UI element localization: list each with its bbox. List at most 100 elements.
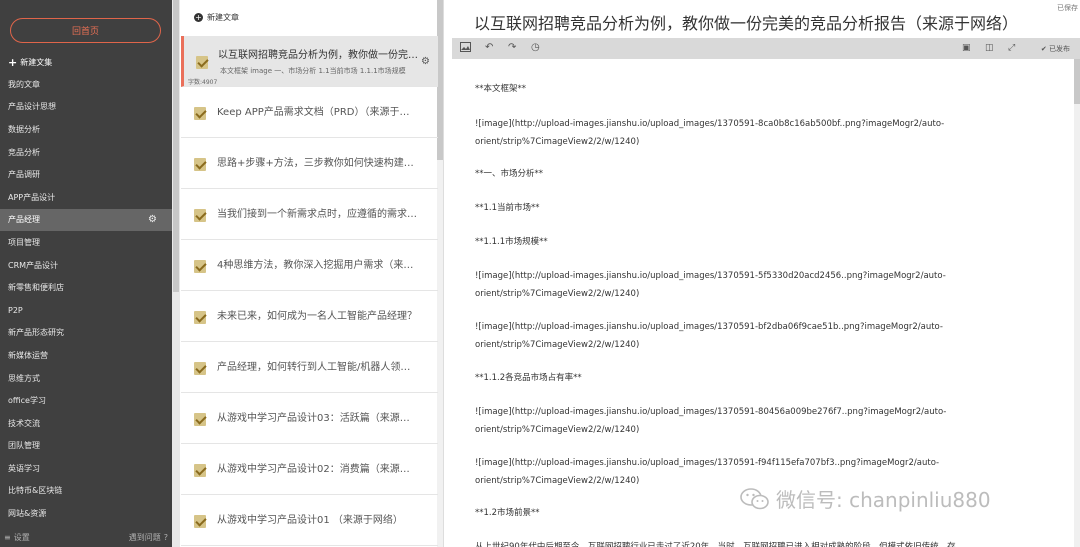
editor-scrollbar[interactable] bbox=[1074, 59, 1080, 547]
notebook-item[interactable]: 比特币&区块链 bbox=[0, 480, 172, 503]
notebook-label: 项目管理 bbox=[8, 237, 40, 247]
note-item[interactable]: 未来已来，如何成为一名人工智能产品经理？ bbox=[181, 291, 438, 342]
editor-content[interactable]: **本文框架** ![image](http://upload-images.j… bbox=[452, 59, 1070, 547]
content-line: **一、市场分析** bbox=[475, 169, 544, 179]
sidebar-footer: ≡ 设置 遇到问题 ? bbox=[0, 527, 172, 547]
content-line: ![image](http://upload-images.jianshu.io… bbox=[475, 119, 945, 147]
notebook-item[interactable]: CRM产品设计 bbox=[0, 254, 172, 277]
notebook-label: 团队管理 bbox=[8, 441, 40, 451]
clock-icon[interactable]: ◷ bbox=[531, 42, 540, 54]
notebook-label: 新媒体运营 bbox=[8, 350, 48, 360]
content-line: ![image](http://upload-images.jianshu.io… bbox=[475, 271, 946, 299]
notebook-label: 产品调研 bbox=[8, 170, 40, 180]
note-title: 产品经理，如何转行到人工智能/机器人领域？ bbox=[217, 362, 417, 373]
document-icon bbox=[196, 56, 208, 69]
notebook-item[interactable]: office学习 bbox=[0, 389, 172, 412]
undo-icon[interactable]: ↶ bbox=[485, 42, 493, 54]
notebook-item[interactable]: 新零售和便利店 bbox=[0, 276, 172, 299]
check-icon: ✔ bbox=[1040, 45, 1047, 53]
notebook-item[interactable]: 思维方式 bbox=[0, 367, 172, 390]
save-icon[interactable]: ▣ bbox=[962, 42, 971, 54]
content-line: **1.1.1市场规模** bbox=[475, 237, 548, 247]
note-item[interactable]: 从游戏中学习产品设计01 （来源于网络） bbox=[181, 495, 438, 546]
content-line: **1.1当前市场** bbox=[475, 203, 540, 213]
note-item-active[interactable]: 以互联网招聘竞品分析为例，教你做一份完美的竞品分析报告（来源于网络） 本文框架 … bbox=[181, 36, 438, 87]
menu-icon: ≡ bbox=[4, 532, 11, 542]
plus-icon: + bbox=[8, 56, 18, 69]
content-line: **本文框架** bbox=[475, 84, 527, 94]
notebook-label: 英语学习 bbox=[8, 463, 40, 473]
notebook-item[interactable]: P2P bbox=[0, 299, 172, 322]
note-title: 从游戏中学习产品设计02：消费篇（来源于网络） bbox=[217, 464, 417, 475]
notebook-label: 技术交流 bbox=[8, 418, 40, 428]
notebook-item[interactable]: 我的文章 bbox=[0, 73, 172, 96]
note-title: 未来已来，如何成为一名人工智能产品经理？ bbox=[217, 311, 417, 322]
note-title: 当我们接到一个新需求点时，应遵循的需求分析步骤 bbox=[217, 209, 417, 220]
wechat-watermark: 微信号: chanpinliu880 bbox=[740, 484, 991, 513]
notebook-label: 网站&资源 bbox=[8, 509, 47, 519]
document-icon bbox=[194, 158, 206, 171]
note-list-panel: + 新建文章 以互联网招聘竞品分析为例，教你做一份完美的竞品分析报告（来源于网络… bbox=[172, 0, 444, 547]
notebook-label: 新产品形态研究 bbox=[8, 328, 64, 338]
note-item[interactable]: 从游戏中学习产品设计03：活跃篇（来源于网络） bbox=[181, 393, 438, 444]
fullscreen-icon[interactable]: ⤢ bbox=[1008, 42, 1015, 54]
publish-label: 已发布 bbox=[1049, 45, 1070, 53]
notebook-item[interactable]: 团队管理 bbox=[0, 435, 172, 458]
publish-button[interactable]: ✔ 已发布 bbox=[1041, 44, 1070, 54]
notebook-item[interactable]: 新产品形态研究 bbox=[0, 322, 172, 345]
notebook-label: 数据分析 bbox=[8, 124, 40, 134]
note-item[interactable]: 从游戏中学习产品设计02：消费篇（来源于网络） bbox=[181, 444, 438, 495]
document-icon bbox=[194, 260, 206, 273]
note-item[interactable]: 产品经理，如何转行到人工智能/机器人领域？ bbox=[181, 342, 438, 393]
home-button[interactable]: 回首页 bbox=[10, 18, 161, 43]
note-title: Keep APP产品需求文档（PRD）（来源于网络） bbox=[217, 107, 417, 118]
notebook-item[interactable]: 新媒体运营 bbox=[0, 344, 172, 367]
note-list: 以互联网招聘竞品分析为例，教你做一份完美的竞品分析报告（来源于网络） 本文框架 … bbox=[181, 36, 438, 546]
notebook-label: 竞品分析 bbox=[8, 147, 40, 157]
notebook-label: APP产品设计 bbox=[8, 192, 56, 202]
document-icon bbox=[194, 413, 206, 426]
note-title: 从游戏中学习产品设计01 （来源于网络） bbox=[217, 515, 403, 526]
notebook-item[interactable]: 技术交流 bbox=[0, 412, 172, 435]
notebook-item[interactable]: 产品设计思想 bbox=[0, 96, 172, 119]
notebook-item-active[interactable]: 产品经理 ⚙ bbox=[0, 208, 172, 232]
redo-icon[interactable]: ↷ bbox=[508, 42, 516, 54]
help-button[interactable]: 遇到问题 ? bbox=[129, 532, 168, 543]
notebook-item[interactable]: 竞品分析 bbox=[0, 141, 172, 164]
note-item[interactable]: 思路+步骤+方法，三步教你如何快速构建用户画像 bbox=[181, 138, 438, 189]
new-notebook-button[interactable]: + 新建文集 bbox=[8, 57, 52, 68]
content-line: **1.1.2各竞品市场占有率** bbox=[475, 373, 582, 383]
note-title: 以互联网招聘竞品分析为例，教你做一份完美的竞品分析报告（来源于网络） bbox=[218, 50, 418, 61]
notebook-item[interactable]: 数据分析 bbox=[0, 118, 172, 141]
new-note-button[interactable]: + 新建文章 bbox=[194, 12, 239, 23]
settings-button[interactable]: ≡ 设置 bbox=[4, 532, 30, 543]
note-item[interactable]: 当我们接到一个新需求点时，应遵循的需求分析步骤 bbox=[181, 189, 438, 240]
notebook-sidebar: 回首页 + 新建文集 我的文章 产品设计思想 数据分析 竞品分析 产品调研 AP… bbox=[0, 0, 172, 547]
notebook-label: office学习 bbox=[8, 396, 46, 406]
new-note-label: 新建文章 bbox=[207, 13, 239, 22]
notebook-label: 产品设计思想 bbox=[8, 102, 56, 112]
notebook-item[interactable]: 网站&资源 bbox=[0, 502, 172, 525]
notebook-label: P2P bbox=[8, 305, 23, 315]
notebook-item[interactable]: APP产品设计 bbox=[0, 186, 172, 209]
note-abstract: 本文框架 image 一、市场分析 1.1当前市场 1.1.1市场规模 bbox=[220, 67, 406, 75]
document-icon bbox=[194, 464, 206, 477]
editor-scrollbar-thumb[interactable] bbox=[1074, 59, 1080, 104]
notebook-label: 比特币&区块链 bbox=[8, 486, 63, 496]
gear-icon[interactable]: ⚙ bbox=[148, 214, 157, 225]
notebook-item[interactable]: 英语学习 bbox=[0, 457, 172, 480]
preview-icon[interactable]: ◫ bbox=[985, 42, 994, 54]
notebook-list: 我的文章 产品设计思想 数据分析 竞品分析 产品调研 APP产品设计 产品经理 … bbox=[0, 73, 172, 525]
document-title-input[interactable]: 以互联网招聘竞品分析为例，教你做一份完美的竞品分析报告（来源于网络） bbox=[474, 10, 1054, 34]
image-icon[interactable] bbox=[460, 42, 471, 56]
plus-circle-icon: + bbox=[194, 12, 203, 22]
notebook-item[interactable]: 项目管理 bbox=[0, 231, 172, 254]
editor-toolbar: ↶ ↷ ◷ ▣ ◫ ⤢ ✔ 已发布 bbox=[452, 38, 1080, 59]
note-item[interactable]: Keep APP产品需求文档（PRD）（来源于网络） bbox=[181, 87, 438, 138]
notebook-item[interactable]: 产品调研 bbox=[0, 163, 172, 186]
app-window: 回首页 + 新建文集 我的文章 产品设计思想 数据分析 竞品分析 产品调研 AP… bbox=[0, 0, 1080, 547]
gear-icon[interactable]: ⚙ bbox=[421, 56, 430, 67]
note-item[interactable]: 4种思维方法，教你深入挖掘用户需求（来源于网络） bbox=[181, 240, 438, 291]
left-scrollbar-thumb[interactable] bbox=[173, 0, 179, 292]
wechat-icon bbox=[740, 487, 769, 509]
